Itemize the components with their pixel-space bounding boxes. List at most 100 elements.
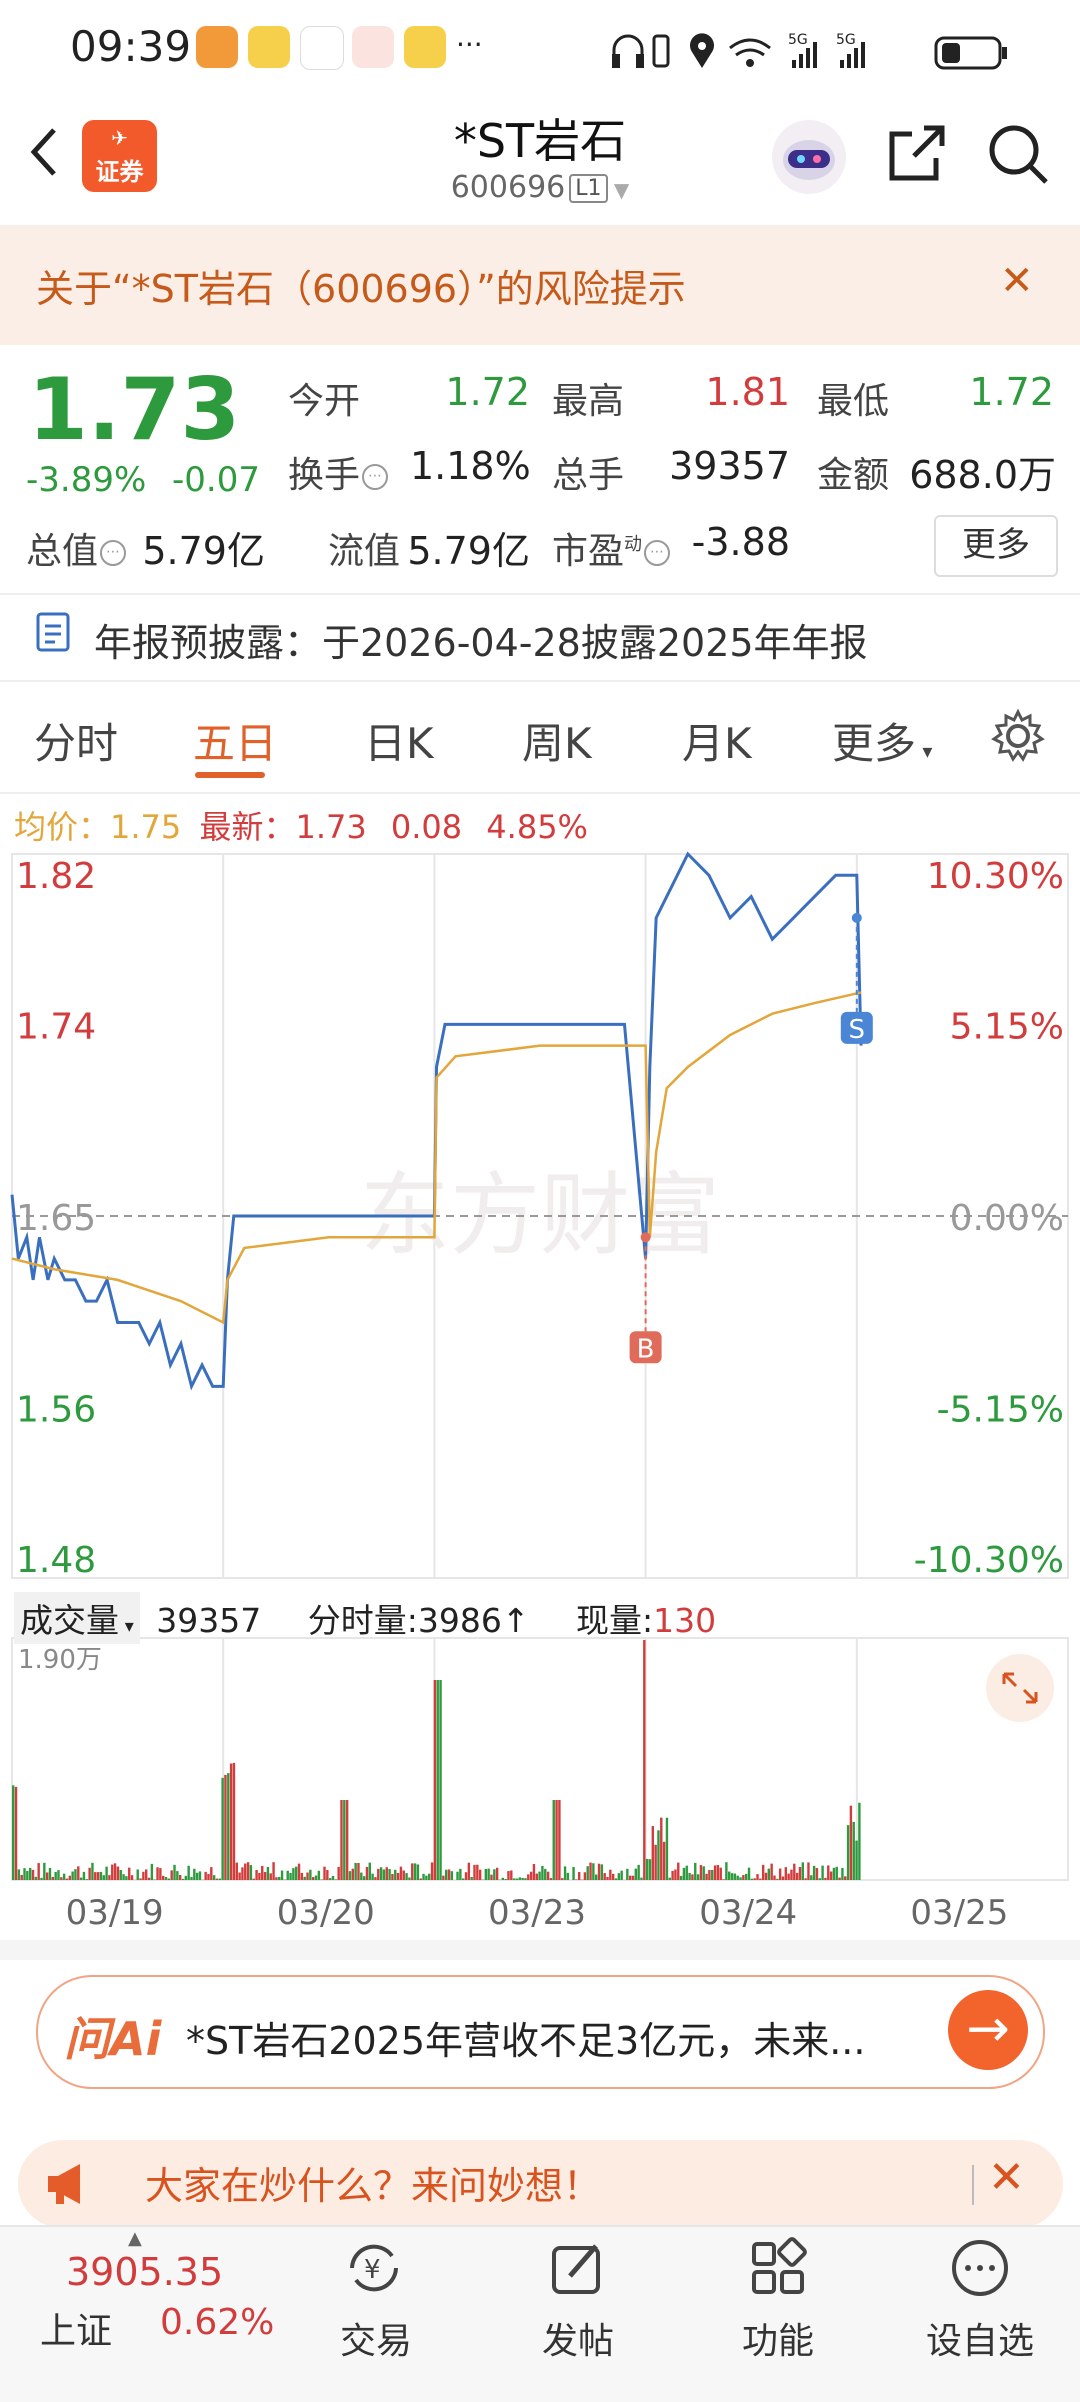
float-cap-label: 流值 [328, 522, 400, 574]
add-watchlist-icon[interactable] [948, 2236, 1012, 2300]
volume-bar [731, 1873, 733, 1880]
volume-bar [841, 1868, 843, 1880]
close-icon[interactable]: ✕ [1000, 258, 1034, 304]
tab-monthly-k[interactable]: 月K [682, 710, 752, 771]
expand-button[interactable] [986, 1654, 1054, 1722]
y-axis-right-tick: -10.30% [914, 1540, 1064, 1581]
info-icon[interactable]: ⋯ [362, 464, 388, 490]
volume-bar [63, 1874, 65, 1880]
volume-bar [187, 1866, 189, 1880]
annual-report-notice[interactable]: 年报预披露：于2026-04-28披露2025年年报 [94, 612, 868, 667]
share-icon[interactable] [884, 122, 948, 186]
volume-bar [309, 1870, 311, 1880]
svg-text:¥: ¥ [364, 2255, 381, 2285]
volume-bar [69, 1876, 71, 1880]
volume-bar [739, 1877, 741, 1880]
latest-change: 0.08 [391, 808, 462, 846]
volume-bar [578, 1872, 580, 1880]
y-axis-right-tick: 10.30% [927, 856, 1064, 897]
high-label: 最高 [552, 372, 624, 424]
robot-assistant-icon[interactable] [770, 118, 848, 196]
volume-bar [567, 1873, 569, 1880]
risk-warning-text[interactable]: 关于“*ST岩石（600696）”的风险提示 [36, 258, 686, 313]
volume-bar [366, 1867, 368, 1880]
tab-daily-k[interactable]: 日K [364, 710, 434, 771]
volume-bar [43, 1863, 45, 1880]
volume-bar [88, 1868, 90, 1880]
tab-five-day[interactable]: 五日 [193, 710, 277, 771]
ai-question-text[interactable]: *ST岩石2025年营收不足3亿元，未来... [186, 2010, 865, 2065]
volume-bar [151, 1864, 153, 1880]
volume-bar [714, 1865, 716, 1880]
functions-icon[interactable] [746, 2236, 810, 2300]
volume-bar [632, 1876, 634, 1880]
settings-gear-icon[interactable] [990, 708, 1046, 764]
volume-bar [606, 1877, 608, 1880]
tab-more[interactable]: 更多 ▾ [832, 710, 932, 771]
volume-bar [762, 1865, 764, 1880]
nav-add-watchlist[interactable]: 设自选 [910, 2312, 1050, 2364]
volume-bar [176, 1871, 178, 1880]
nav-post[interactable]: 发帖 [508, 2312, 648, 2364]
y-axis-left-tick: 1.74 [16, 1006, 96, 1047]
info-icon[interactable]: ⋯ [644, 540, 670, 566]
market-cap-value: 5.79亿 [140, 520, 265, 575]
close-icon[interactable]: ✕ [988, 2152, 1025, 2203]
five-day-chart[interactable]: 东方财富1.821.741.651.561.4810.30%5.15%0.00%… [0, 848, 1080, 1908]
volume-bar [838, 1878, 840, 1880]
volume-bar [255, 1870, 257, 1880]
dropdown-caret-icon: ▾ [119, 1616, 134, 1637]
volume-bar [468, 1863, 470, 1880]
volume-bar [227, 1773, 229, 1880]
volume-bar [544, 1869, 546, 1880]
volume-bar [536, 1874, 538, 1880]
volume-bar [329, 1878, 331, 1880]
volume-bar [564, 1866, 566, 1880]
tab-intraday[interactable]: 分时 [34, 710, 118, 771]
index-name[interactable]: 上证 [40, 2302, 112, 2354]
index-value[interactable]: 3905.35 [66, 2250, 223, 2294]
volume-bar [649, 1859, 651, 1880]
more-quote-button[interactable]: 更多 [934, 515, 1058, 577]
volume-bar [312, 1877, 314, 1880]
volume-bar [287, 1871, 289, 1880]
trade-marker-dot [852, 913, 862, 923]
promo-text[interactable]: 大家在炒什么？来问妙想！ [145, 2155, 601, 2210]
post-icon[interactable] [546, 2236, 610, 2300]
volume-dropdown[interactable]: 成交量 ▾ [14, 1592, 140, 1644]
volume-bar [388, 1869, 390, 1880]
x-axis-date-label: 03/25 [910, 1893, 1008, 1933]
volume-bar [94, 1872, 96, 1880]
average-price-row: 均价：1.75 最新：1.73 0.08 4.85% [14, 802, 588, 848]
average-price-value: 1.75 [110, 808, 181, 846]
search-icon[interactable] [986, 122, 1050, 186]
current-volume: 130 [653, 1601, 716, 1640]
volume-bar [377, 1869, 379, 1880]
tab-weekly-k[interactable]: 周K [522, 710, 592, 771]
nav-functions[interactable]: 功能 [708, 2312, 848, 2364]
volume-bar [538, 1872, 540, 1880]
arrow-right-icon[interactable]: → [948, 1990, 1028, 2070]
volume-bar [428, 1874, 430, 1880]
volume-bar [298, 1864, 300, 1880]
volume-bar [790, 1870, 792, 1880]
y-axis-left-tick: 1.56 [16, 1390, 96, 1431]
volume-bar [318, 1871, 320, 1880]
volume-bar [182, 1879, 184, 1880]
volume-bar [97, 1872, 99, 1880]
volume-value: 39357 [660, 444, 790, 488]
volume-bar [618, 1873, 620, 1880]
nav-trade[interactable]: 交易 [306, 2312, 446, 2364]
volume-bar [533, 1864, 535, 1880]
volume-bar [340, 1800, 342, 1880]
info-icon[interactable]: ⋯ [100, 540, 126, 566]
battery-icon [936, 38, 1007, 68]
x-axis-date-label: 03/24 [699, 1893, 797, 1933]
index-change[interactable]: 0.62% [160, 2302, 274, 2343]
trade-icon[interactable]: ¥ [342, 2236, 406, 2300]
volume-bar [139, 1878, 141, 1880]
dropdown-caret-icon: ▾ [916, 739, 932, 763]
amount-label: 金额 [817, 446, 889, 498]
volume-header: 成交量 ▾ 39357 分时量:3986↑ 现量:130 [14, 1592, 716, 1644]
volume-bar [686, 1866, 688, 1880]
